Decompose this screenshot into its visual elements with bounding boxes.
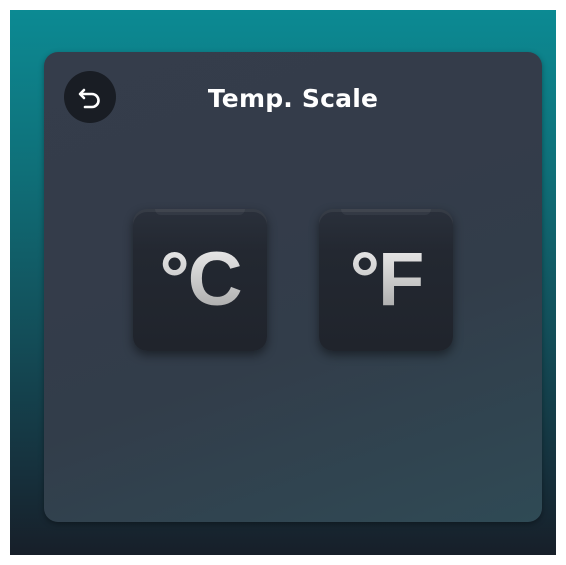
celsius-button[interactable]: °C <box>133 209 267 351</box>
fahrenheit-button[interactable]: °F <box>319 209 453 351</box>
page-title: Temp. Scale <box>207 84 379 113</box>
celsius-label: °C <box>133 237 267 323</box>
app-screen: Temp. Scale °C °F <box>10 10 556 555</box>
fahrenheit-label: °F <box>319 237 453 323</box>
temp-scale-panel: Temp. Scale °C °F <box>44 52 542 522</box>
